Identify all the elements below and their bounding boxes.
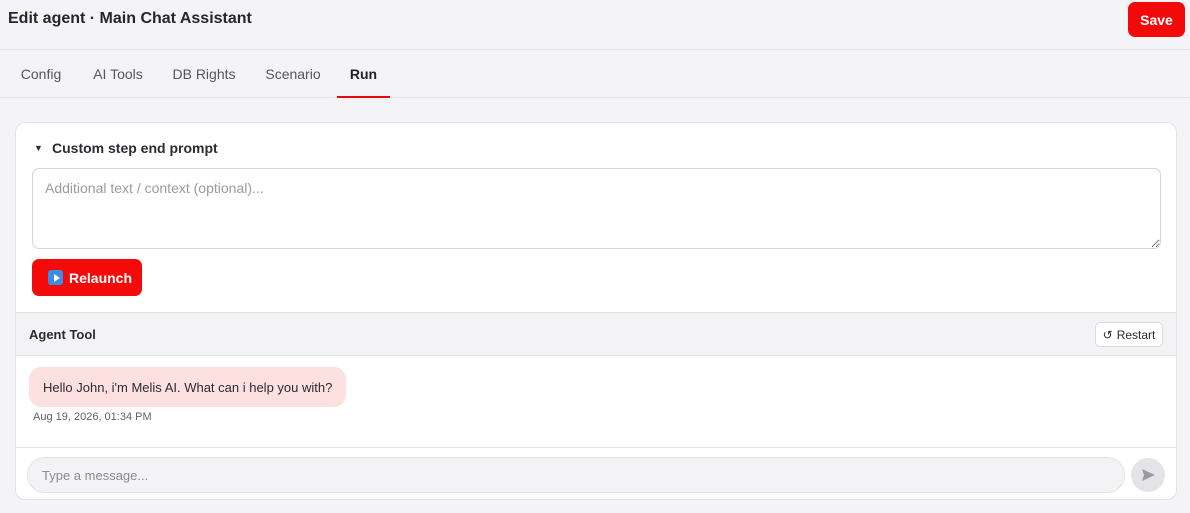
tab-bar: Config AI Tools DB Rights Scenario Run — [0, 50, 1190, 98]
custom-prompt-label: Custom step end prompt — [52, 140, 218, 156]
send-button[interactable] — [1131, 458, 1165, 492]
relaunch-button[interactable]: Relaunch — [32, 259, 142, 296]
message-input[interactable] — [27, 457, 1125, 493]
agent-tool-title: Agent Tool — [29, 327, 96, 342]
tab-ai-tools[interactable]: AI Tools — [82, 50, 154, 97]
message-composer — [16, 447, 1176, 499]
play-icon — [48, 270, 63, 285]
relaunch-label: Relaunch — [69, 269, 133, 286]
save-button[interactable]: Save — [1128, 2, 1185, 37]
caret-down-icon: ▼ — [34, 143, 43, 153]
restart-button[interactable]: ↺ Restart — [1095, 322, 1163, 347]
send-icon — [1141, 469, 1155, 481]
run-card: ▼ Custom step end prompt Relaunch Agent … — [15, 122, 1177, 500]
tab-run[interactable]: Run — [337, 50, 390, 98]
context-textarea[interactable] — [32, 168, 1161, 249]
tab-scenario[interactable]: Scenario — [254, 50, 332, 97]
custom-prompt-toggle[interactable]: ▼ Custom step end prompt — [34, 139, 218, 157]
page-header: Edit agent · Main Chat Assistant Save — [0, 0, 1190, 50]
chat-message-bubble: Hello John, i'm Melis AI. What can i hel… — [29, 367, 347, 407]
tab-db-rights[interactable]: DB Rights — [162, 50, 246, 97]
restart-label: Restart — [1116, 327, 1156, 342]
page-title: Edit agent · Main Chat Assistant — [8, 10, 252, 27]
tab-config[interactable]: Config — [8, 50, 74, 97]
agent-tool-header: Agent Tool ↺ Restart — [16, 313, 1176, 356]
chat-message-timestamp: Aug 19, 2026, 01:34 PM — [33, 411, 152, 423]
restart-icon: ↺ — [1102, 327, 1113, 342]
agent-tool-panel: Agent Tool ↺ Restart Hello John, i'm Mel… — [16, 312, 1176, 499]
